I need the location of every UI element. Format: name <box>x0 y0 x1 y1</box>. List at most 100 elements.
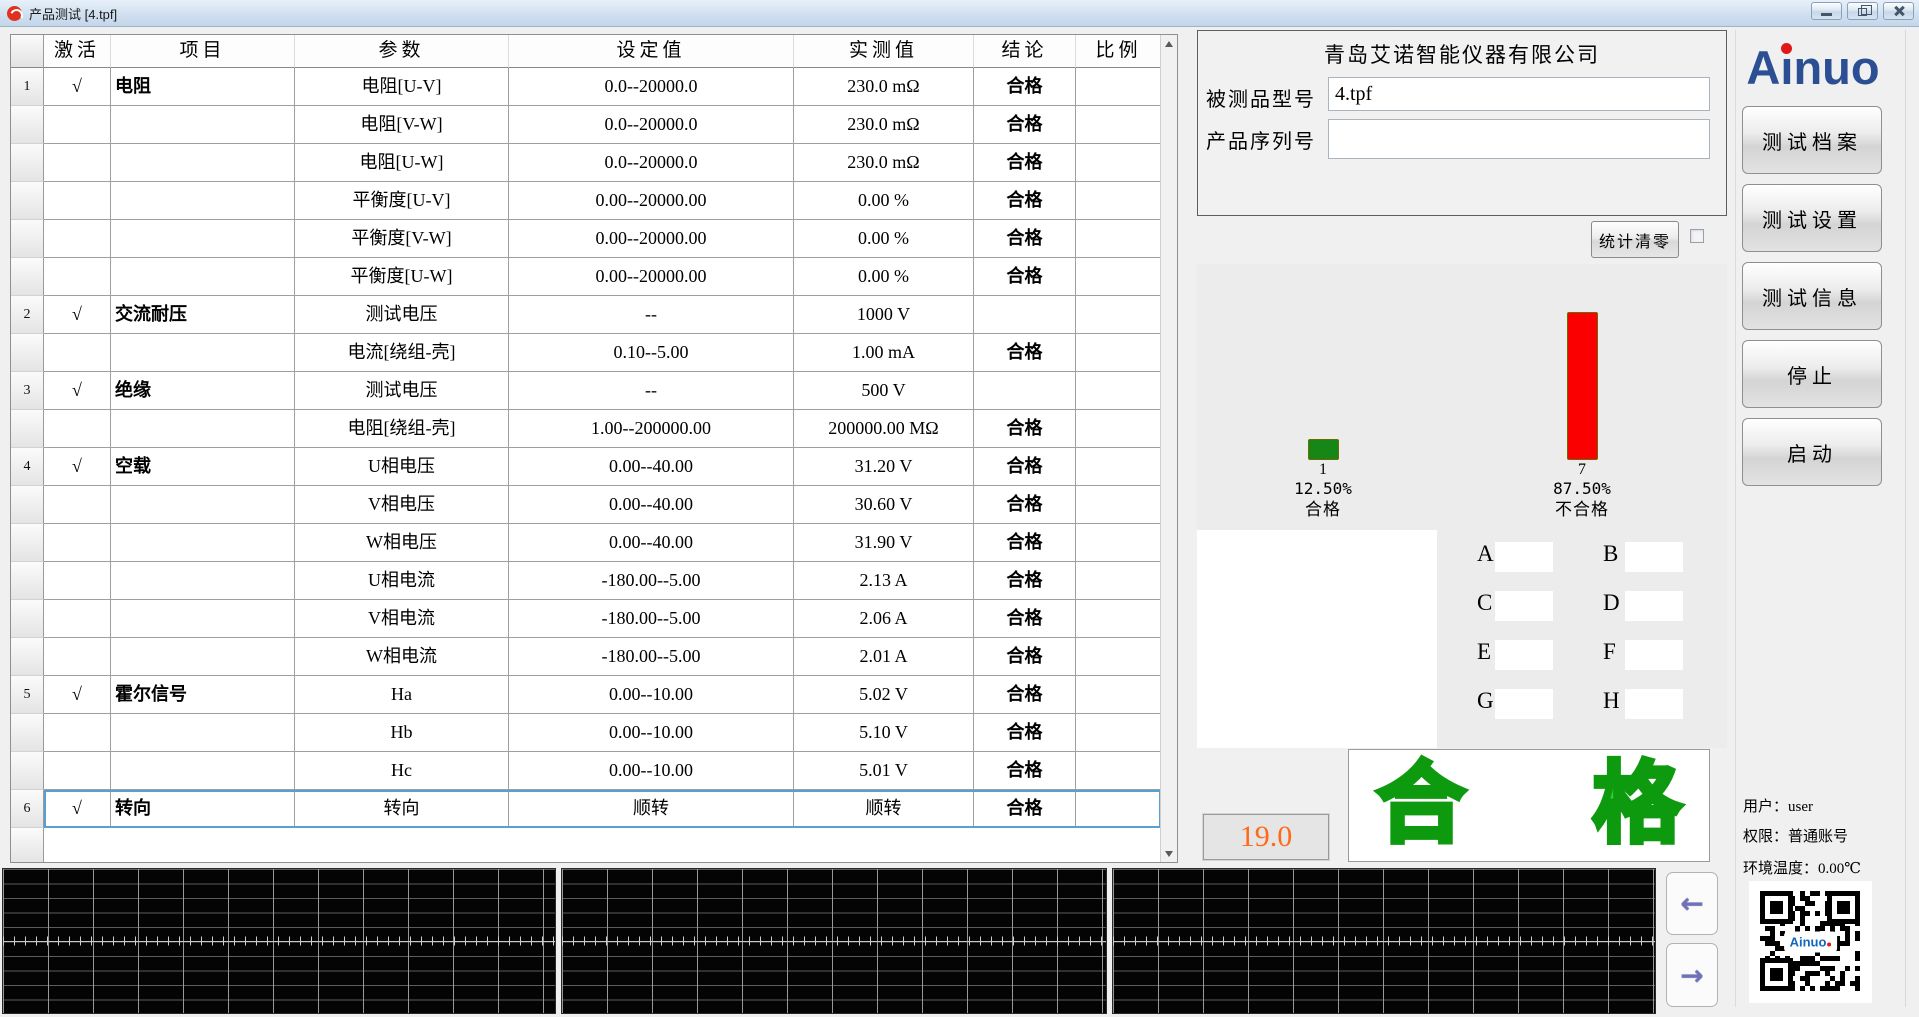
next-page-button[interactable]: → <box>1666 943 1718 1007</box>
arrow-left-icon: ← <box>1680 887 1703 920</box>
row-measured-value: 31.20 V <box>794 448 974 486</box>
row-measured-value: 500 V <box>794 372 974 410</box>
close-button[interactable] <box>1883 2 1914 20</box>
table-row[interactable]: V相电流 -180.00--5.00 2.06 A 合格 <box>11 600 1177 638</box>
row-active-checkmark[interactable] <box>44 524 111 562</box>
test-archive-button[interactable]: 测试档案 <box>1742 106 1882 174</box>
table-row[interactable]: 电阻[V-W] 0.0--20000.0 230.0 mΩ 合格 <box>11 106 1177 144</box>
bin-field-e[interactable] <box>1495 640 1553 670</box>
row-result <box>974 296 1076 334</box>
row-result: 合格 <box>974 220 1076 258</box>
minimize-button[interactable] <box>1811 2 1842 20</box>
company-name: 青岛艾诺智能仪器有限公司 <box>1198 39 1726 69</box>
bin-label-d: D <box>1603 590 1620 616</box>
row-active-checkmark[interactable] <box>44 106 111 144</box>
row-active-checkmark[interactable] <box>44 258 111 296</box>
row-active-checkmark[interactable] <box>44 752 111 790</box>
bin-field-d[interactable] <box>1625 591 1683 621</box>
row-ratio <box>1076 486 1161 524</box>
row-parameter: Ha <box>295 676 509 714</box>
row-active-checkmark[interactable] <box>44 410 111 448</box>
table-row[interactable]: 平衡度[V-W] 0.00--20000.00 0.00 % 合格 <box>11 220 1177 258</box>
row-measured-value: 1000 V <box>794 296 974 334</box>
window-controls <box>1811 2 1914 20</box>
table-row[interactable]: U相电流 -180.00--5.00 2.13 A 合格 <box>11 562 1177 600</box>
table-row[interactable]: W相电流 -180.00--5.00 2.01 A 合格 <box>11 638 1177 676</box>
row-active-checkmark[interactable] <box>44 638 111 676</box>
serial-input[interactable] <box>1328 119 1710 159</box>
table-row[interactable]: 2 √ 交流耐压 测试电压 -- 1000 V <box>11 296 1177 334</box>
prev-page-button[interactable]: ← <box>1666 872 1718 935</box>
restore-button[interactable] <box>1847 2 1878 20</box>
table-vertical-scrollbar[interactable] <box>1160 35 1177 862</box>
bin-field-a[interactable] <box>1495 542 1553 572</box>
qr-finder-bottom-left <box>1760 958 1793 991</box>
row-active-checkmark[interactable] <box>44 714 111 752</box>
table-row[interactable]: 电阻[绕组-壳] 1.00--200000.00 200000.00 MΩ 合格 <box>11 410 1177 448</box>
bin-field-f[interactable] <box>1625 640 1683 670</box>
row-parameter: W相电压 <box>295 524 509 562</box>
row-ratio <box>1076 562 1161 600</box>
row-active-checkmark[interactable] <box>44 334 111 372</box>
table-row[interactable]: 3 √ 绝缘 测试电压 -- 500 V <box>11 372 1177 410</box>
table-row[interactable]: W相电压 0.00--40.00 31.90 V 合格 <box>11 524 1177 562</box>
table-row[interactable]: 平衡度[U-V] 0.00--20000.00 0.00 % 合格 <box>11 182 1177 220</box>
row-parameter: Hb <box>295 714 509 752</box>
bin-label-e: E <box>1477 639 1491 665</box>
row-active-checkmark[interactable] <box>44 220 111 258</box>
scroll-up-button[interactable] <box>1161 35 1177 52</box>
row-item-name <box>111 486 295 524</box>
bin-field-g[interactable] <box>1495 689 1553 719</box>
row-active-checkmark[interactable]: √ <box>44 790 111 828</box>
table-row[interactable]: 平衡度[U-W] 0.00--20000.00 0.00 % 合格 <box>11 258 1177 296</box>
row-active-checkmark[interactable] <box>44 144 111 182</box>
table-row[interactable]: 6 √ 转向 转向 顺转 顺转 合格 <box>11 790 1177 828</box>
row-item-name <box>111 182 295 220</box>
row-active-checkmark[interactable] <box>44 182 111 220</box>
temperature-display: 19.0 <box>1203 814 1329 860</box>
row-ratio <box>1076 752 1161 790</box>
clear-statistics-button[interactable]: 统计清零 <box>1591 221 1679 258</box>
row-measured-value: 5.02 V <box>794 676 974 714</box>
minimize-icon <box>1821 13 1832 16</box>
row-measured-value: 顺转 <box>794 790 974 828</box>
waveform-panel-1 <box>2 868 556 1014</box>
start-button[interactable]: 启动 <box>1742 418 1882 486</box>
scroll-down-button[interactable] <box>1161 845 1177 862</box>
sidebar-divider-right <box>1905 30 1906 1007</box>
test-info-button[interactable]: 测试信息 <box>1742 262 1882 330</box>
stop-button[interactable]: 停止 <box>1742 340 1882 408</box>
clear-statistics-checkbox[interactable] <box>1690 229 1704 243</box>
row-active-checkmark[interactable]: √ <box>44 296 111 334</box>
model-input[interactable] <box>1328 77 1710 111</box>
table-row[interactable]: V相电压 0.00--40.00 30.60 V 合格 <box>11 486 1177 524</box>
row-active-checkmark[interactable]: √ <box>44 448 111 486</box>
row-ratio <box>1076 410 1161 448</box>
table-row[interactable]: 电阻[U-W] 0.0--20000.0 230.0 mΩ 合格 <box>11 144 1177 182</box>
row-ratio <box>1076 600 1161 638</box>
table-row[interactable]: Hb 0.00--10.00 5.10 V 合格 <box>11 714 1177 752</box>
bin-field-c[interactable] <box>1495 591 1553 621</box>
bin-field-b[interactable] <box>1625 542 1683 572</box>
row-active-checkmark[interactable] <box>44 562 111 600</box>
test-settings-button[interactable]: 测试设置 <box>1742 184 1882 252</box>
row-active-checkmark[interactable]: √ <box>44 68 111 106</box>
table-row[interactable]: Hc 0.00--10.00 5.01 V 合格 <box>11 752 1177 790</box>
pass-bar <box>1308 439 1339 460</box>
row-active-checkmark[interactable]: √ <box>44 372 111 410</box>
table-row[interactable]: 1 √ 电阻 电阻[U-V] 0.0--20000.0 230.0 mΩ 合格 <box>11 68 1177 106</box>
row-number: 5 <box>11 676 44 714</box>
table-row[interactable]: 电流[绕组-壳] 0.10--5.00 1.00 mA 合格 <box>11 334 1177 372</box>
row-active-checkmark[interactable] <box>44 486 111 524</box>
row-item-name <box>111 638 295 676</box>
fail-percent: 87.50% <box>1553 479 1611 499</box>
table-row[interactable]: 4 √ 空载 U相电压 0.00--40.00 31.20 V 合格 <box>11 448 1177 486</box>
bin-field-h[interactable] <box>1625 689 1683 719</box>
row-item-name: 电阻 <box>111 68 295 106</box>
row-parameter: U相电压 <box>295 448 509 486</box>
row-active-checkmark[interactable] <box>44 600 111 638</box>
row-ratio <box>1076 68 1161 106</box>
table-row[interactable]: 5 √ 霍尔信号 Ha 0.00--10.00 5.02 V 合格 <box>11 676 1177 714</box>
row-active-checkmark[interactable]: √ <box>44 676 111 714</box>
row-parameter: 测试电压 <box>295 296 509 334</box>
